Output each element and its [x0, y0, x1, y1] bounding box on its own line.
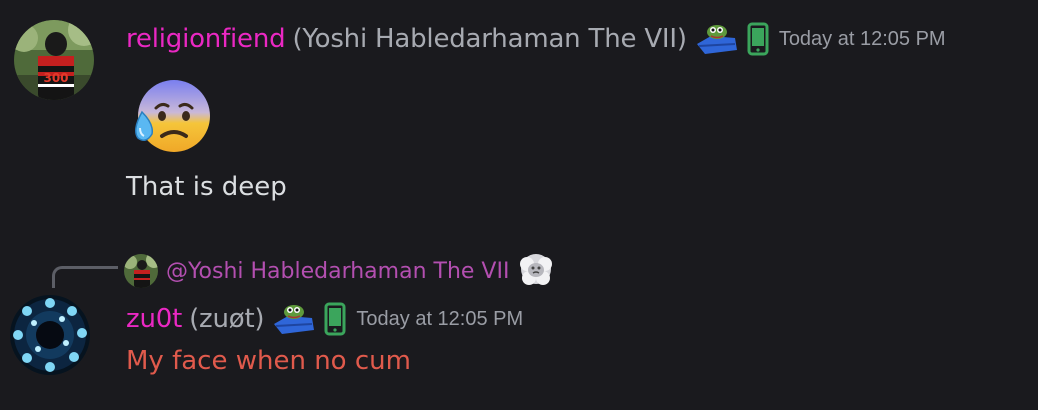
pepe-blanket-icon	[272, 302, 316, 336]
message-header: religionfiend (Yoshi Habledarhaman The V…	[126, 22, 946, 56]
message-text: That is deep	[126, 172, 287, 202]
nickname: (Yoshi Habledarhaman The VII)	[292, 24, 687, 54]
svg-text:300: 300	[43, 71, 68, 85]
username[interactable]: religionfiend	[126, 24, 286, 54]
user-avatar-religionfiend[interactable]: 300	[14, 20, 94, 100]
pepe-blanket-icon	[695, 22, 739, 56]
reply-connector	[52, 266, 118, 288]
reply-preview[interactable]: @Yoshi Habledarhaman The VII	[124, 252, 553, 290]
reply-mention[interactable]: @Yoshi Habledarhaman The VII	[166, 259, 509, 284]
anxious-face-with-sweat-icon	[128, 78, 220, 158]
chat-log: 300 religionfiend (Yoshi Habledarhaman T…	[0, 0, 1038, 410]
nickname: (zuøt)	[189, 304, 265, 334]
mobile-phone-icon	[324, 302, 346, 336]
user-avatar-zu0t[interactable]	[10, 295, 90, 375]
message-header: zu0t (zuøt) Today at 12:05 PM	[126, 302, 523, 336]
username[interactable]: zu0t	[126, 304, 182, 334]
message-timestamp[interactable]: Today at 12:05 PM	[779, 28, 946, 51]
message-timestamp[interactable]: Today at 12:05 PM	[356, 308, 523, 331]
mobile-phone-icon	[747, 22, 769, 56]
reply-avatar	[124, 254, 158, 288]
face-in-clouds-icon	[519, 252, 553, 290]
message-text: My face when no cum	[126, 346, 411, 376]
